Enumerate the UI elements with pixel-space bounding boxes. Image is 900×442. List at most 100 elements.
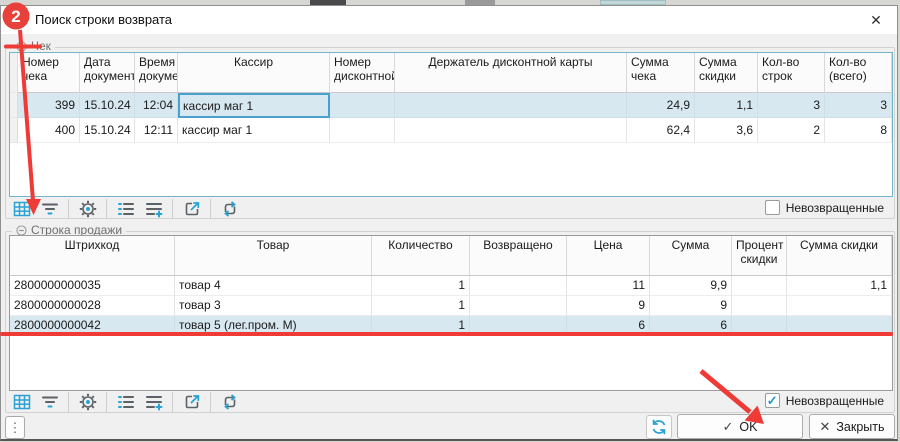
table-cell[interactable]: товар 3 bbox=[175, 296, 372, 316]
more-options-button[interactable]: ⋮ bbox=[5, 416, 25, 439]
table-cell[interactable] bbox=[787, 296, 892, 316]
table-cell[interactable]: 9,9 bbox=[650, 276, 732, 296]
column-header[interactable]: Процент скидки bbox=[732, 236, 787, 276]
table-row[interactable]: 2800000000035товар 41119,91,1 bbox=[10, 276, 892, 296]
table-cell[interactable]: 400 bbox=[18, 118, 80, 143]
table-cell[interactable] bbox=[732, 316, 787, 336]
checks-table[interactable]: Номер чекаДата документаВремя докумеКасс… bbox=[9, 52, 893, 197]
column-header[interactable]: Кол-во строк bbox=[758, 53, 825, 93]
table-cell[interactable]: 1 bbox=[372, 276, 470, 296]
column-header[interactable]: Сумма чека bbox=[627, 53, 695, 93]
table-row[interactable]: 39915.10.2412:04кассир маг 124,91,133 bbox=[10, 93, 892, 118]
toolbar-separator bbox=[172, 392, 173, 412]
column-header[interactable]: Сумма скидки bbox=[695, 53, 758, 93]
open-external-icon[interactable] bbox=[179, 390, 204, 414]
column-header[interactable]: Кассир bbox=[178, 53, 330, 93]
table-cell[interactable]: 1 bbox=[372, 316, 470, 336]
collapse-icon[interactable] bbox=[16, 41, 27, 52]
table-cell[interactable]: 3 bbox=[758, 93, 825, 118]
ok-button[interactable]: ✓ OK bbox=[677, 414, 803, 439]
grid-view-icon[interactable] bbox=[9, 197, 34, 221]
table-cell[interactable]: 9 bbox=[567, 296, 650, 316]
table-cell[interactable]: 2800000000035 bbox=[10, 276, 175, 296]
table-cell[interactable]: 1,1 bbox=[695, 93, 758, 118]
table-row[interactable]: 2800000000028товар 31 99 bbox=[10, 296, 892, 316]
table-cell[interactable]: 62,4 bbox=[627, 118, 695, 143]
column-header[interactable]: Дата документа bbox=[80, 53, 135, 93]
table-cell[interactable]: 12:11 bbox=[135, 118, 178, 143]
repeat-icon[interactable] bbox=[217, 197, 242, 221]
table-cell[interactable]: 15.10.24 bbox=[80, 93, 135, 118]
table-cell[interactable] bbox=[470, 296, 567, 316]
table-cell[interactable]: кассир маг 1 bbox=[178, 93, 330, 118]
filter-icon[interactable] bbox=[37, 390, 62, 414]
column-header[interactable]: Цена bbox=[567, 236, 650, 276]
table-cell[interactable]: 8 bbox=[825, 118, 892, 143]
table-cell[interactable]: 9 bbox=[650, 296, 732, 316]
column-header[interactable]: Время докуме bbox=[135, 53, 178, 93]
refresh-button[interactable] bbox=[646, 415, 672, 439]
table-cell[interactable]: 15.10.24 bbox=[80, 118, 135, 143]
table-cell[interactable]: 11 bbox=[567, 276, 650, 296]
table-cell[interactable]: 12:04 bbox=[135, 93, 178, 118]
unreturned-checkbox[interactable]: ✓ bbox=[765, 393, 780, 408]
table-row[interactable]: 40015.10.2412:11кассир маг 1 62,43,628 bbox=[10, 118, 892, 143]
refresh-icon bbox=[649, 417, 669, 437]
table-cell[interactable]: 2800000000028 bbox=[10, 296, 175, 316]
table-cell[interactable] bbox=[395, 118, 627, 143]
unreturned-checkbox-label: Невозвращенные bbox=[786, 201, 884, 215]
gear-icon[interactable] bbox=[75, 390, 100, 414]
table-cell[interactable] bbox=[787, 316, 892, 336]
gear-icon[interactable] bbox=[75, 197, 100, 221]
table-cell[interactable]: 24,9 bbox=[627, 93, 695, 118]
table-cell[interactable] bbox=[330, 93, 395, 118]
filter-icon[interactable] bbox=[37, 197, 62, 221]
toolbar-separator bbox=[172, 199, 173, 219]
table-cell[interactable]: 1 bbox=[372, 296, 470, 316]
table-cell[interactable] bbox=[395, 93, 627, 118]
column-header[interactable]: Сумма скидки bbox=[787, 236, 892, 276]
toolbar-separator bbox=[68, 199, 69, 219]
close-button[interactable]: ✕ Закрыть bbox=[809, 414, 895, 439]
table-cell[interactable] bbox=[470, 316, 567, 336]
table-cell[interactable] bbox=[732, 276, 787, 296]
sale-lines-table[interactable]: ШтрихкодТоварКоличествоВозвращеноЦенаСум… bbox=[9, 235, 893, 391]
column-header[interactable]: Товар bbox=[175, 236, 372, 276]
list-add-icon[interactable] bbox=[141, 197, 166, 221]
table-cell[interactable]: 6 bbox=[650, 316, 732, 336]
table-cell[interactable] bbox=[330, 118, 395, 143]
check-toolbar bbox=[9, 197, 242, 221]
open-external-icon[interactable] bbox=[179, 197, 204, 221]
table-cell[interactable]: 3 bbox=[825, 93, 892, 118]
table-row[interactable]: 2800000000042товар 5 (лег.пром. М)1 66 bbox=[10, 316, 892, 336]
table-cell[interactable]: 2800000000042 bbox=[10, 316, 175, 336]
column-header[interactable]: Количество bbox=[372, 236, 470, 276]
column-header[interactable]: Сумма bbox=[650, 236, 732, 276]
column-header[interactable]: Держатель дисконтной карты bbox=[395, 53, 627, 93]
column-header[interactable]: Номер дисконтной bbox=[330, 53, 395, 93]
table-cell[interactable]: кассир маг 1 bbox=[178, 118, 330, 143]
table-cell[interactable]: 3,6 bbox=[695, 118, 758, 143]
table-cell[interactable]: товар 5 (лег.пром. М) bbox=[175, 316, 372, 336]
column-header[interactable]: Номер чека bbox=[18, 53, 80, 93]
table-cell[interactable]: 399 bbox=[18, 93, 80, 118]
toolbar-separator bbox=[210, 199, 211, 219]
table-cell[interactable]: 2 bbox=[758, 118, 825, 143]
list-add-icon[interactable] bbox=[141, 390, 166, 414]
table-cell[interactable]: товар 4 bbox=[175, 276, 372, 296]
column-header[interactable]: Кол-во (всего) bbox=[825, 53, 892, 93]
column-header[interactable]: Возвращено bbox=[470, 236, 567, 276]
list-icon[interactable] bbox=[113, 390, 138, 414]
repeat-icon[interactable] bbox=[217, 390, 242, 414]
grid-view-icon[interactable] bbox=[9, 390, 34, 414]
table-cell[interactable]: 6 bbox=[567, 316, 650, 336]
close-button-label: Закрыть bbox=[836, 420, 884, 434]
table-cell[interactable] bbox=[470, 276, 567, 296]
list-icon[interactable] bbox=[113, 197, 138, 221]
window-close-icon[interactable]: ✕ bbox=[861, 8, 891, 32]
unreturned-checkbox[interactable] bbox=[765, 200, 780, 215]
table-cell[interactable] bbox=[732, 296, 787, 316]
title-bar: Поиск строки возврата ✕ bbox=[1, 6, 897, 34]
column-header[interactable]: Штрихкод bbox=[10, 236, 175, 276]
table-cell[interactable]: 1,1 bbox=[787, 276, 892, 296]
